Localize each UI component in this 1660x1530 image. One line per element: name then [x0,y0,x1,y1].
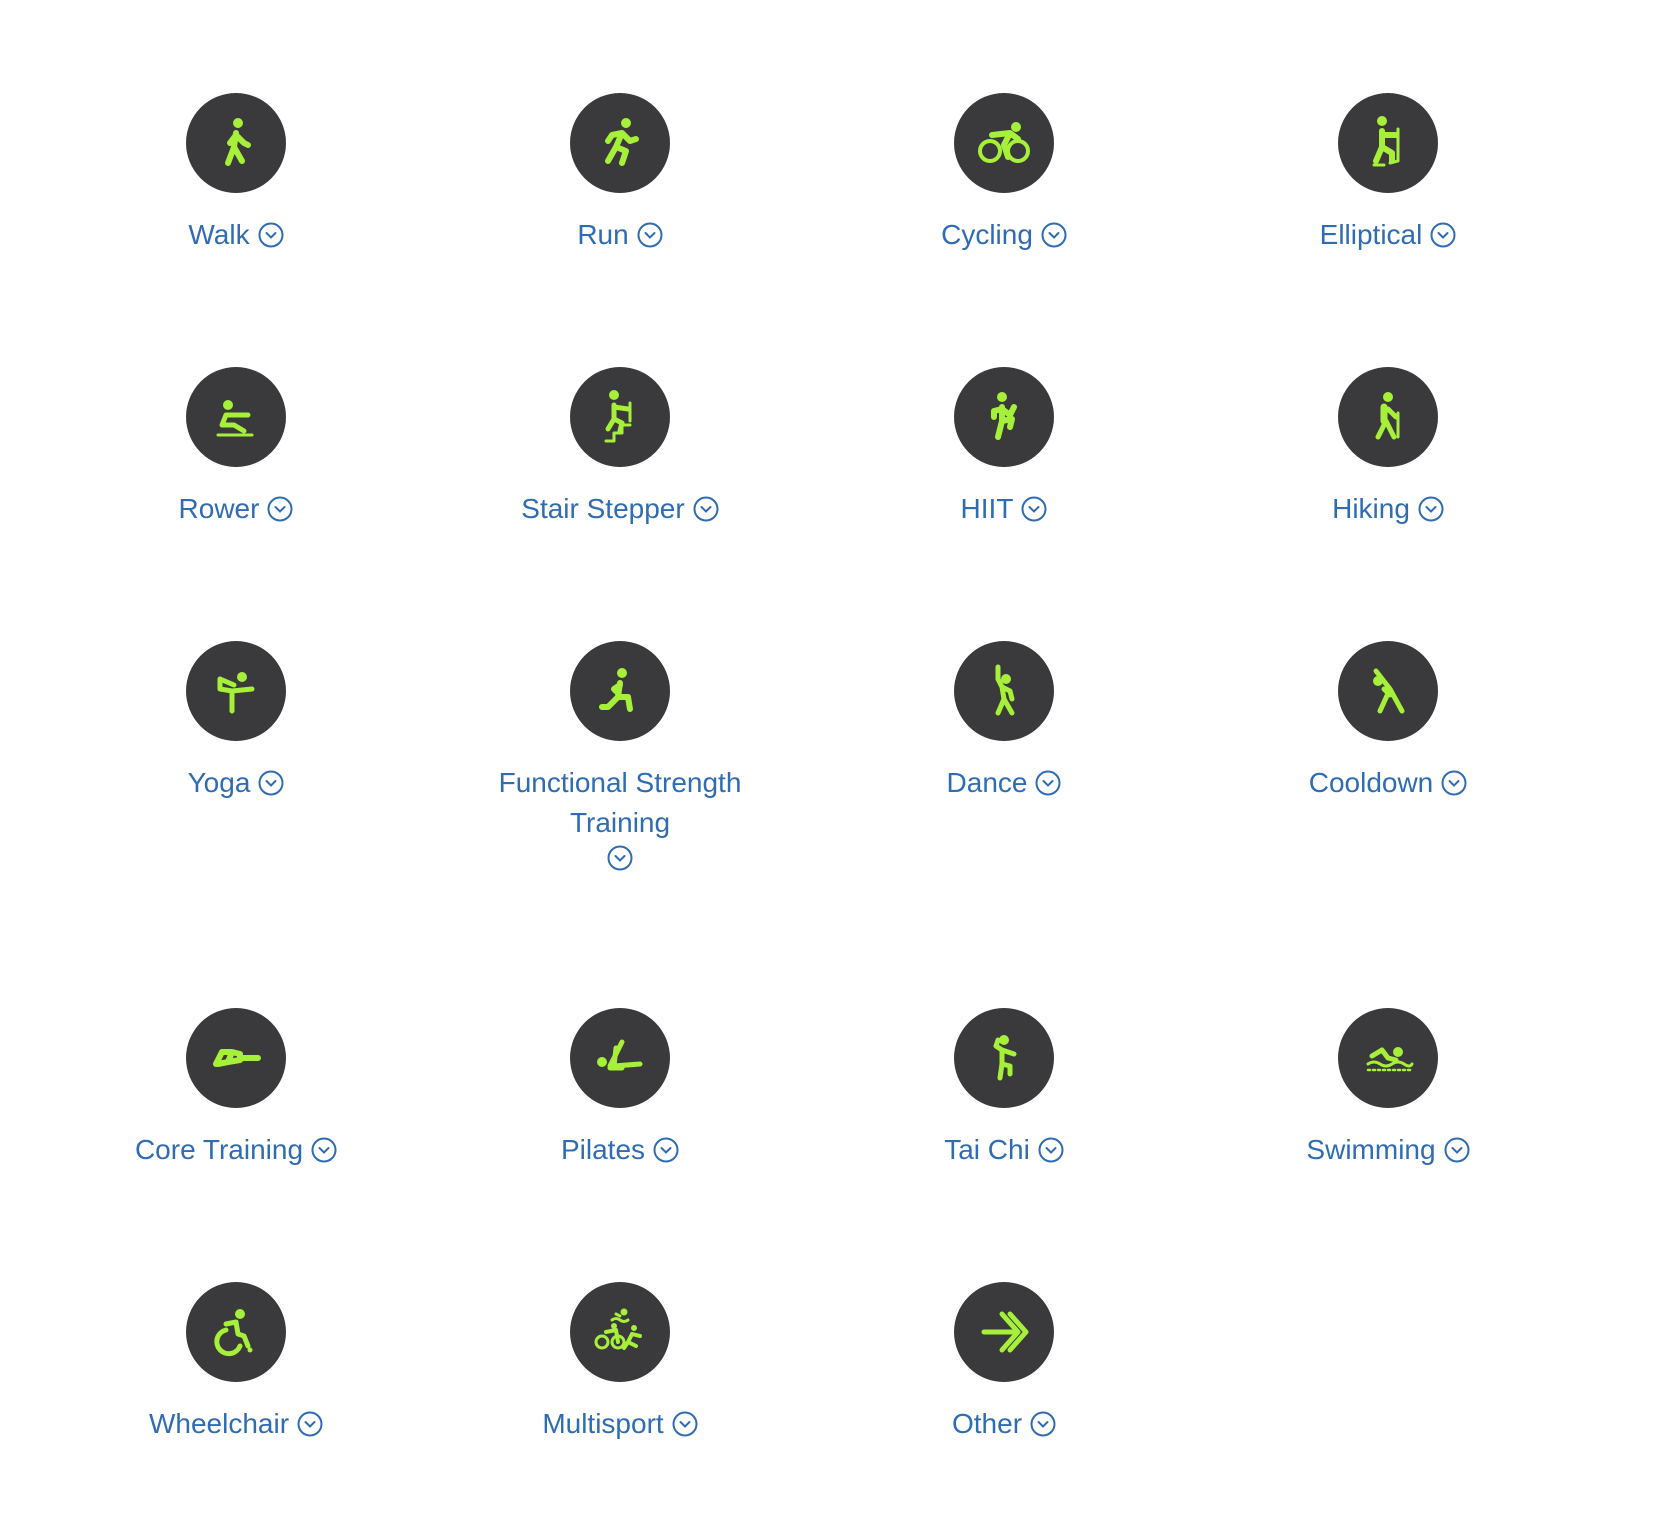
workout-rower[interactable]: Rower [46,367,426,529]
workout-hiking[interactable]: Hiking [1198,367,1578,529]
rower-icon [186,367,286,467]
workout-label: Rower [178,493,260,524]
workout-label: Wheelchair [148,1408,290,1439]
chevron-down-circle-icon[interactable] [672,1411,698,1437]
swimming-icon [1338,1008,1438,1108]
chevron-down-circle-icon[interactable] [607,845,633,871]
workout-dance[interactable]: Dance [814,641,1194,803]
workout-label: Functional Strength Training [498,767,742,838]
hiking-icon [1338,367,1438,467]
chevron-down-circle-icon[interactable] [258,770,284,796]
dance-icon [954,641,1054,741]
chevron-down-circle-icon[interactable] [1430,222,1456,248]
workout-cooldown[interactable]: Cooldown [1198,641,1578,803]
yoga-icon [186,641,286,741]
workout-elliptical[interactable]: Elliptical [1198,93,1578,255]
chevron-down-circle-icon[interactable] [1035,770,1061,796]
workout-label: Dance [946,767,1028,798]
elliptical-icon [1338,93,1438,193]
workout-label: Core Training [134,1134,304,1165]
chevron-down-circle-icon[interactable] [637,222,663,248]
cooldown-icon [1338,641,1438,741]
workout-label: Pilates [560,1134,646,1165]
chevron-down-circle-icon[interactable] [1441,770,1467,796]
workout-label: Cycling [941,219,1033,250]
chevron-down-circle-icon[interactable] [1041,222,1067,248]
workout-label: Cooldown [1308,767,1434,798]
workout-label: Multisport [542,1408,664,1439]
pilates-icon [570,1008,670,1108]
workout-run[interactable]: Run [430,93,810,255]
stair-stepper-icon [570,367,670,467]
chevron-down-circle-icon[interactable] [1030,1411,1056,1437]
functional-strength-icon [570,641,670,741]
workout-label: Walk [188,219,250,250]
workout-label: HIIT [960,493,1014,524]
workout-label: Elliptical [1319,219,1423,250]
hiit-icon [954,367,1054,467]
workout-functional-strength-training[interactable]: Functional Strength Training [430,641,810,871]
wheelchair-icon [186,1282,286,1382]
chevron-down-circle-icon[interactable] [1038,1137,1064,1163]
workout-label: Swimming [1306,1134,1436,1165]
core-training-icon [186,1008,286,1108]
workout-label: Other [951,1408,1023,1439]
workout-stair-stepper[interactable]: Stair Stepper [430,367,810,529]
workout-wheelchair[interactable]: Wheelchair [46,1282,426,1444]
workout-tai-chi[interactable]: Tai Chi [814,1008,1194,1170]
tai-chi-icon [954,1008,1054,1108]
workout-pilates[interactable]: Pilates [430,1008,810,1170]
workout-other[interactable]: Other [814,1282,1194,1444]
run-icon [570,93,670,193]
workout-label: Hiking [1332,493,1410,524]
walk-icon [186,93,286,193]
chevron-down-circle-icon[interactable] [1418,496,1444,522]
workout-label: Run [577,219,629,250]
chevron-down-circle-icon[interactable] [267,496,293,522]
multisport-icon [570,1282,670,1382]
other-icon [954,1282,1054,1382]
workout-label: Tai Chi [944,1134,1030,1165]
workout-label: Yoga [187,767,251,798]
workout-swimming[interactable]: Swimming [1198,1008,1578,1170]
workout-core-training[interactable]: Core Training [46,1008,426,1170]
chevron-down-circle-icon[interactable] [1021,496,1047,522]
chevron-down-circle-icon[interactable] [1444,1137,1470,1163]
chevron-down-circle-icon[interactable] [258,222,284,248]
cycling-icon [954,93,1054,193]
workout-walk[interactable]: Walk [46,93,426,255]
chevron-down-circle-icon[interactable] [311,1137,337,1163]
workout-multisport[interactable]: Multisport [430,1282,810,1444]
workout-cycling[interactable]: Cycling [814,93,1194,255]
workout-hiit[interactable]: HIIT [814,367,1194,529]
workout-yoga[interactable]: Yoga [46,641,426,803]
chevron-down-circle-icon[interactable] [297,1411,323,1437]
chevron-down-circle-icon[interactable] [653,1137,679,1163]
workout-label: Stair Stepper [521,493,685,524]
chevron-down-circle-icon[interactable] [693,496,719,522]
